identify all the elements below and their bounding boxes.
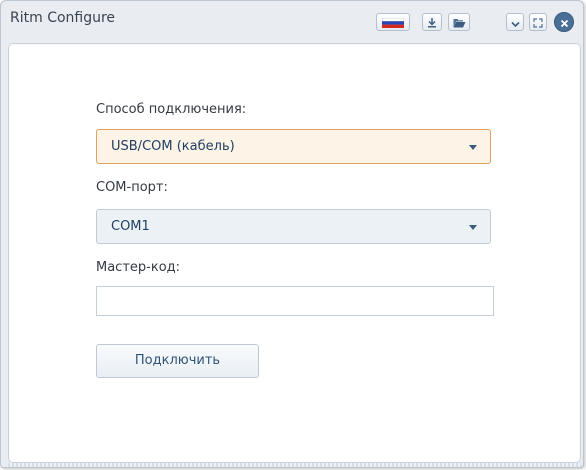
collapse-button[interactable] [506,13,524,31]
dropdown-arrow-icon [469,225,477,230]
download-button[interactable] [422,13,442,31]
russian-flag-icon [381,13,405,32]
close-button[interactable] [554,12,574,32]
dropdown-arrow-icon [469,145,477,150]
language-flag-button[interactable] [376,13,410,31]
close-icon [560,13,569,32]
ritm-configure-window: Ritm Configure Способ подключения: USB/C… [0,0,584,468]
open-folder-button[interactable] [448,13,470,31]
com-port-label: COM-порт: [96,180,168,195]
fullscreen-button[interactable] [529,13,547,31]
window-title: Ritm Configure [10,10,116,26]
chevron-down-icon [510,13,520,32]
connect-button[interactable]: Подключить [96,344,259,378]
master-code-label: Мастер-код: [96,260,181,275]
content-panel: Способ подключения: USB/COM (кабель) COM… [8,43,581,463]
master-code-input[interactable] [96,286,494,316]
com-port-value: COM1 [111,219,150,234]
connection-method-value: USB/COM (кабель) [111,139,235,154]
title-bar[interactable]: Ritm Configure [1,1,583,35]
expand-icon [533,13,543,32]
connection-method-label: Способ подключения: [96,102,247,117]
download-icon [427,13,437,32]
com-port-select[interactable]: COM1 [96,209,491,244]
bottom-edge [8,463,581,467]
connection-method-select[interactable]: USB/COM (кабель) [96,129,491,164]
folder-open-icon [453,13,466,32]
